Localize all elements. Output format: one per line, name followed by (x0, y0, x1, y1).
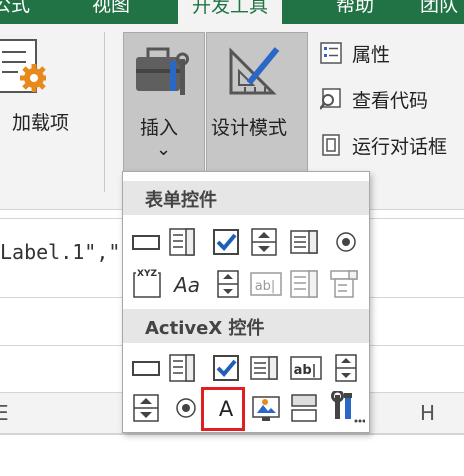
form-group-box-icon[interactable]: XYZ (131, 267, 163, 299)
insert-label: 插入 (140, 117, 179, 139)
tab-team[interactable]: 团队 (420, 0, 458, 17)
view-code-label: 查看代码 (352, 90, 429, 112)
column-header-e[interactable]: E (0, 401, 9, 425)
addins-label: 加载项 (12, 112, 70, 134)
form-option-button-icon[interactable] (331, 227, 361, 257)
form-combo-list-edit-icon[interactable] (289, 269, 319, 299)
activex-text-box-icon[interactable]: ab| (289, 353, 323, 383)
addins-icon (0, 39, 46, 93)
activex-toggle-button-icon[interactable] (289, 393, 319, 423)
xyz-text: XYZ (137, 269, 157, 279)
activex-image-icon[interactable] (251, 393, 281, 423)
activex-list-box-icon[interactable] (249, 353, 279, 383)
formula-bar-text[interactable]: Label.1","" (0, 240, 132, 264)
addins-button[interactable]: 加载项 (0, 24, 95, 174)
run-dialog-label: 运行对话框 (352, 136, 448, 158)
activex-option-button-icon[interactable] (171, 393, 201, 423)
insert-button[interactable]: 插入 ⌄ (123, 32, 205, 172)
column-header-h[interactable]: H (420, 401, 435, 425)
highlight-box (201, 387, 245, 431)
ab-text: ab| (255, 279, 276, 294)
form-text-field-icon[interactable]: ab| (249, 269, 283, 299)
chevron-down-icon: ⌄ (156, 139, 172, 160)
tab-view[interactable]: 视图 (92, 0, 130, 17)
tab-help[interactable]: 帮助 (336, 0, 374, 17)
properties-button[interactable]: 属性 (316, 38, 464, 68)
activex-check-box-icon[interactable] (211, 353, 241, 383)
form-controls-header: 表单控件 (123, 181, 369, 215)
activex-spin-button-icon[interactable] (131, 393, 161, 423)
design-mode-icon (229, 47, 280, 95)
activex-combo-box-icon[interactable] (167, 353, 197, 383)
form-button-icon[interactable] (131, 227, 161, 257)
ab-text: ab| (294, 363, 317, 378)
form-label-icon[interactable]: Aa (169, 269, 205, 299)
activex-command-button-icon[interactable] (131, 353, 161, 383)
activex-controls-header: ActiveX 控件 (123, 309, 369, 343)
tab-developer[interactable]: 开发工具 (178, 0, 283, 24)
toolbox-icon (136, 47, 189, 95)
run-dialog-button[interactable]: 运行对话框 (316, 130, 464, 160)
form-check-box-icon[interactable] (211, 227, 241, 257)
aa-text: Aa (172, 273, 200, 297)
ribbon-tab-bar: 公式 视图 开发工具 帮助 团队 (0, 0, 464, 24)
group-divider (104, 32, 105, 192)
design-mode-label: 设计模式 (211, 117, 288, 139)
form-combo-box-icon[interactable] (167, 227, 197, 257)
form-combo-drop-down-edit-icon[interactable] (329, 269, 359, 299)
sheet-row (0, 434, 464, 476)
form-scroll-bar-icon[interactable] (213, 269, 243, 299)
insert-controls-dropdown: 表单控件 XYZ Aa ab| ActiveX 控件 ab| A (122, 171, 370, 433)
design-mode-button[interactable]: 设计模式 (206, 32, 308, 172)
view-code-button[interactable]: 查看代码 (316, 84, 464, 114)
form-spin-button-icon[interactable] (249, 227, 279, 257)
form-controls-title: 表单控件 (145, 190, 217, 211)
tab-formulas[interactable]: 公式 (0, 0, 30, 17)
activex-more-controls-icon[interactable] (329, 391, 365, 425)
activex-controls-title: ActiveX 控件 (145, 318, 265, 339)
activex-scroll-bar-icon[interactable] (331, 353, 361, 383)
properties-label: 属性 (352, 44, 391, 66)
view-code-icon (320, 88, 341, 110)
properties-icon (320, 42, 342, 64)
form-list-box-icon[interactable] (289, 227, 319, 257)
run-dialog-icon (322, 134, 340, 156)
